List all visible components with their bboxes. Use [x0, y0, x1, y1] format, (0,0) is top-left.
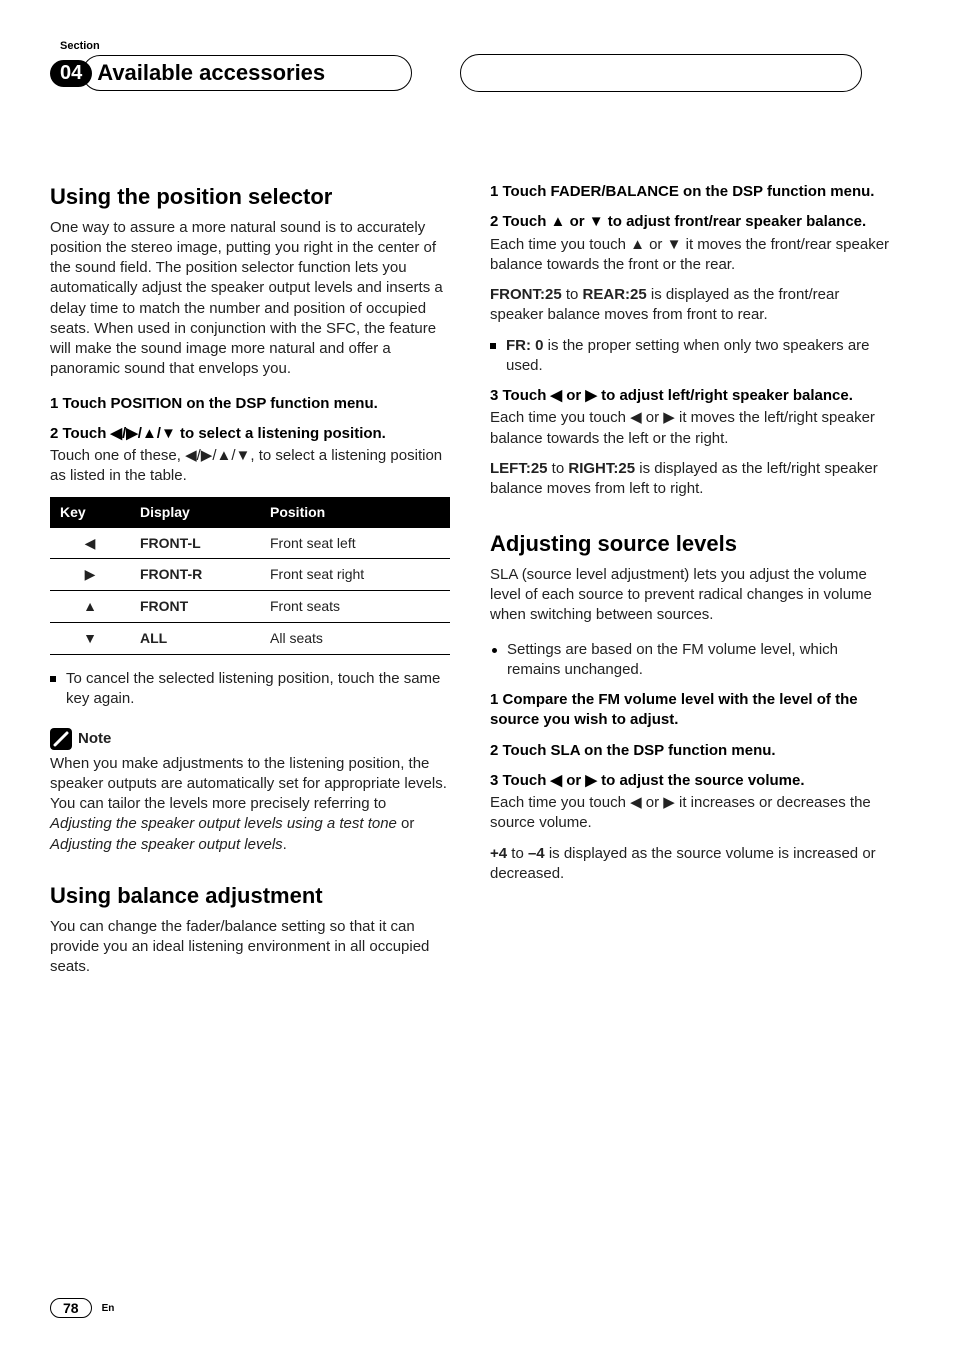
to: to [548, 460, 569, 477]
step-sla-1: 1 Compare the FM volume level with the l… [490, 690, 890, 731]
bullet-fr0: FR: 0 is the proper setting when only tw… [490, 336, 890, 377]
range-tail: is displayed as the source volume is inc… [490, 845, 876, 882]
note-text-a: When you make adjustments to the listeni… [50, 755, 447, 813]
note-text: When you make adjustments to the listeni… [50, 754, 450, 855]
rear25: REAR:25 [583, 286, 647, 303]
step-position-2-sub: Touch one of these, ◀/▶/▲/▼, to select a… [50, 446, 450, 487]
step-fader-2-sub: Each time you touch ▲ or ▼ it moves the … [490, 235, 890, 276]
cell-position: Front seat left [260, 528, 450, 559]
bullet-cancel-position: To cancel the selected listening positio… [50, 669, 450, 710]
step-fader-1: 1 Touch FADER/BALANCE on the DSP functio… [490, 182, 890, 202]
step-sla-2: 2 Touch SLA on the DSP function menu. [490, 741, 890, 761]
to: to [507, 845, 528, 862]
right25: RIGHT:25 [568, 460, 635, 477]
cell-key: ▼ [50, 623, 130, 655]
plus4: +4 [490, 845, 507, 862]
table-row: ◀ FRONT-L Front seat left [50, 528, 450, 559]
cell-key: ▶ [50, 559, 130, 591]
minus4: –4 [528, 845, 545, 862]
section-title-pill: Available accessories [82, 55, 412, 91]
frontrear-range: FRONT:25 to REAR:25 is displayed as the … [490, 285, 890, 326]
left25: LEFT:25 [490, 460, 548, 477]
language-code: En [102, 1303, 115, 1314]
note-text-c: or [397, 815, 415, 832]
fr0-b: is the proper setting when only two spea… [506, 337, 870, 374]
square-bullet-icon [50, 676, 56, 682]
cell-display: FRONT-L [130, 528, 260, 559]
bullet-text: To cancel the selected listening positio… [66, 669, 450, 710]
heading-balance: Using balance adjustment [50, 881, 450, 911]
note-text-b: Adjusting the speaker output levels usin… [50, 815, 397, 832]
to: to [562, 286, 583, 303]
step-position-1: 1 Touch POSITION on the DSP function men… [50, 394, 450, 414]
note-icon [50, 728, 72, 750]
section-label: Section [60, 40, 904, 52]
cell-key: ◀ [50, 528, 130, 559]
th-key: Key [50, 497, 130, 528]
para-balance-intro: You can change the fader/balance setting… [50, 917, 450, 978]
step-sla-3-sub: Each time you touch ◀ or ▶ it increases … [490, 793, 890, 834]
square-bullet-icon [490, 343, 496, 349]
heading-sla: Adjusting source levels [490, 529, 890, 559]
step-fader-3-sub: Each time you touch ◀ or ▶ it moves the … [490, 408, 890, 449]
footer: 78 En [50, 1298, 114, 1318]
step-position-2: 2 Touch ◀/▶/▲/▼ to select a listening po… [50, 424, 450, 444]
note-header: Note [50, 728, 450, 750]
header-empty-pill [460, 54, 862, 92]
cell-display: ALL [130, 623, 260, 655]
step-fader-2: 2 Touch ▲ or ▼ to adjust front/rear spea… [490, 212, 890, 232]
bullet-text: FR: 0 is the proper setting when only tw… [506, 336, 890, 377]
bullet-text: Settings are based on the FM volume leve… [507, 640, 890, 681]
step-sla-3: 3 Touch ◀ or ▶ to adjust the source volu… [490, 771, 890, 791]
heading-position-selector: Using the position selector [50, 182, 450, 212]
position-table: Key Display Position ◀ FRONT-L Front sea… [50, 497, 450, 655]
note-text-e: . [283, 836, 287, 853]
cell-position: All seats [260, 623, 450, 655]
table-row: ▶ FRONT-R Front seat right [50, 559, 450, 591]
table-row: ▼ ALL All seats [50, 623, 450, 655]
note-label: Note [78, 729, 111, 749]
cell-position: Front seat right [260, 559, 450, 591]
step-fader-3: 3 Touch ◀ or ▶ to adjust left/right spea… [490, 386, 890, 406]
bullet-sla-fm: Settings are based on the FM volume leve… [492, 640, 890, 681]
cell-key: ▲ [50, 591, 130, 623]
front25: FRONT:25 [490, 286, 562, 303]
note-text-d: Adjusting the speaker output levels [50, 836, 283, 853]
leftright-range: LEFT:25 to RIGHT:25 is displayed as the … [490, 459, 890, 500]
table-row: ▲ FRONT Front seats [50, 591, 450, 623]
page-number: 78 [50, 1298, 92, 1318]
sla-range: +4 to –4 is displayed as the source volu… [490, 844, 890, 885]
cell-display: FRONT [130, 591, 260, 623]
th-display: Display [130, 497, 260, 528]
cell-display: FRONT-R [130, 559, 260, 591]
disc-bullet-icon [492, 648, 497, 653]
fr0-a: FR: 0 [506, 337, 544, 354]
para-position-intro: One way to assure a more natural sound i… [50, 218, 450, 380]
th-position: Position [260, 497, 450, 528]
section-number-badge: 04 [50, 60, 92, 87]
right-column: 1 Touch FADER/BALANCE on the DSP functio… [490, 182, 890, 991]
left-column: Using the position selector One way to a… [50, 182, 450, 991]
para-sla-intro: SLA (source level adjustment) lets you a… [490, 565, 890, 626]
cell-position: Front seats [260, 591, 450, 623]
header-row: 04 Available accessories [50, 54, 904, 92]
